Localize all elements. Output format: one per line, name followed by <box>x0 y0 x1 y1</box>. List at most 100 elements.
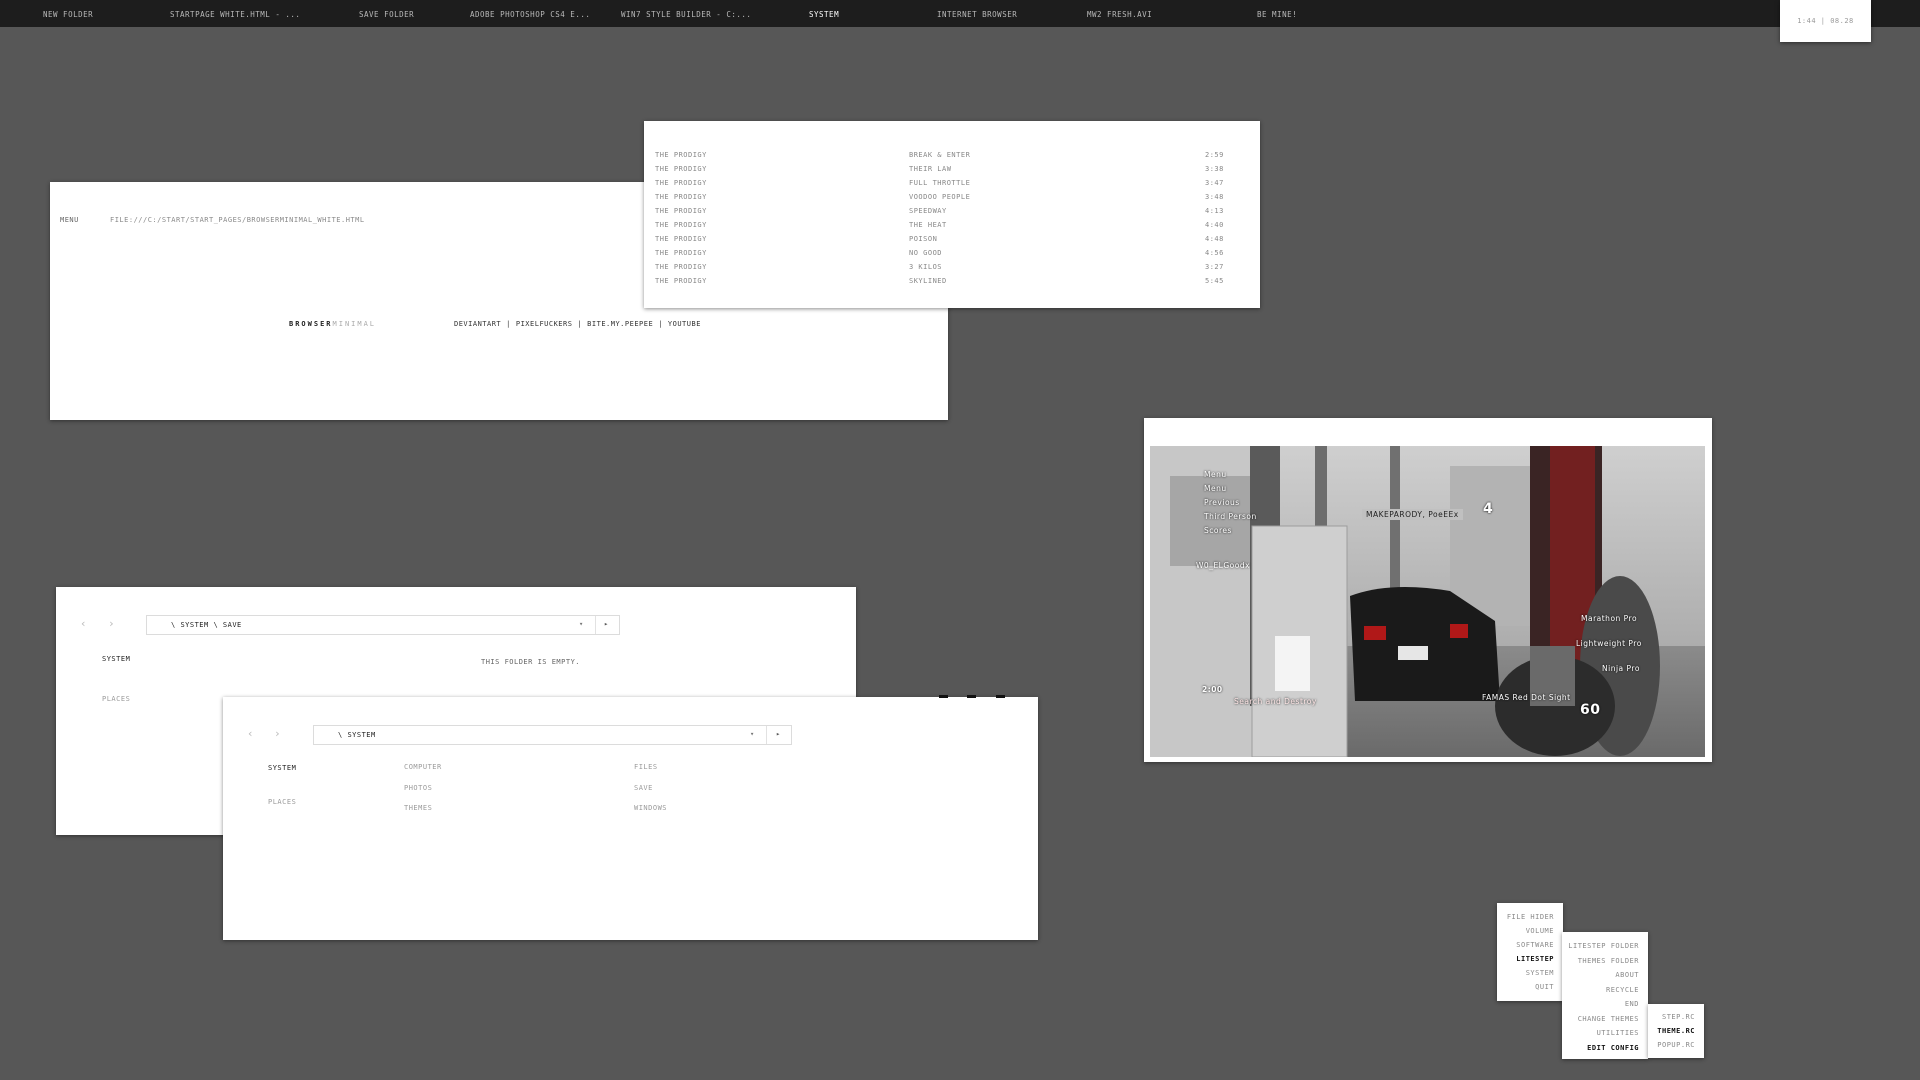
playlist-track-row[interactable]: The Prodigy No Good 4:56 <box>644 249 1260 263</box>
task-style-builder[interactable]: Win7 Style Builder - C:... <box>621 10 751 19</box>
address-bar[interactable]: \ SYSTEM ▾ ▸ <box>313 725 792 745</box>
link-youtube[interactable]: YOUTUBE <box>668 320 701 328</box>
explorer-window-system: ‹ › \ SYSTEM ▾ ▸ SYSTEM PLACES COMPUTER … <box>223 695 1038 940</box>
track-title: Poison <box>909 235 938 243</box>
link-separator: | <box>658 320 663 328</box>
playlist-track-row[interactable]: The Prodigy Poison 4:48 <box>644 235 1260 249</box>
breadcrumb: \ SYSTEM <box>338 731 376 739</box>
maximize-button[interactable] <box>967 695 976 698</box>
hud-menu-item-3: Previous <box>1204 498 1240 507</box>
playlist-track-row[interactable]: The Prodigy Voodoo People 3:48 <box>644 193 1260 207</box>
menu-item-litestep-folder[interactable]: LiteStep Folder <box>1568 942 1639 950</box>
close-button[interactable] <box>996 695 1005 698</box>
link-pixelfuckers[interactable]: PIXELFUCKERS <box>516 320 573 328</box>
minimize-button[interactable] <box>939 695 948 698</box>
forward-arrow-icon[interactable]: › <box>274 727 281 740</box>
hud-menu-item-1: Menu <box>1204 470 1227 479</box>
menu-item-theme-rc[interactable]: theme.rc <box>1657 1027 1695 1035</box>
menu-item-volume[interactable]: Volume <box>1526 927 1554 935</box>
task-be-mine[interactable]: Be Mine! <box>1257 10 1297 19</box>
playlist-track-row[interactable]: The Prodigy 3 Kilos 3:27 <box>644 263 1260 277</box>
go-arrow-icon[interactable]: ▸ <box>604 620 609 628</box>
divider <box>595 616 596 634</box>
track-artist: The Prodigy <box>655 207 707 215</box>
track-artist: The Prodigy <box>655 277 707 285</box>
forward-arrow-icon[interactable]: › <box>108 617 115 630</box>
dropdown-arrow-icon[interactable]: ▾ <box>750 730 755 738</box>
menu-item-system[interactable]: System <box>1526 969 1554 977</box>
popup-menu-config: step.rc theme.rc popup.rc <box>1648 1004 1704 1058</box>
menu-item-edit-config[interactable]: Edit Config <box>1587 1044 1639 1052</box>
playlist-track-row[interactable]: The Prodigy Break & Enter 2:59 <box>644 151 1260 165</box>
sidebar-item-system[interactable]: SYSTEM <box>102 655 130 663</box>
clock-widget: 1:44 | 08.28 <box>1780 0 1871 42</box>
playlist-track-row[interactable]: The Prodigy Their Law 3:38 <box>644 165 1260 179</box>
folder-computer[interactable]: COMPUTER <box>404 763 442 771</box>
menu-item-software[interactable]: Software <box>1516 941 1554 949</box>
link-bite-my-peepee[interactable]: BITE.MY.PEEPEE <box>587 320 653 328</box>
task-internet-browser[interactable]: Internet Browser <box>937 10 1017 19</box>
hud-menu-item-4: Third Person <box>1204 512 1257 521</box>
track-title: Skylined <box>909 277 947 285</box>
track-artist: The Prodigy <box>655 235 707 243</box>
path-separator: \ <box>171 621 176 629</box>
menu-item-change-themes[interactable]: Change Themes <box>1578 1015 1639 1023</box>
browser-menu-button[interactable]: MENU <box>60 216 79 224</box>
hud-perk-2: Lightweight Pro <box>1576 639 1642 648</box>
back-arrow-icon[interactable]: ‹ <box>80 617 87 630</box>
playlist-track-row[interactable]: The Prodigy Speedway 4:13 <box>644 207 1260 221</box>
folder-files[interactable]: FILES <box>634 763 658 771</box>
hud-scoreboard: MAKEPARODY, PoeEEx <box>1362 509 1463 520</box>
menu-item-about[interactable]: About <box>1615 971 1639 979</box>
track-duration: 3:48 <box>1205 193 1224 201</box>
link-deviantart[interactable]: DEVIANTART <box>454 320 501 328</box>
menu-item-file-hider[interactable]: File Hider <box>1507 913 1554 921</box>
track-duration: 4:13 <box>1205 207 1224 215</box>
clock-text: 1:44 | 08.28 <box>1797 17 1854 25</box>
address-bar[interactable]: FILE:///C:/START/START_PAGES/BROWSERMINI… <box>110 216 365 224</box>
breadcrumb-system[interactable]: SYSTEM <box>347 731 375 739</box>
menu-item-step-rc[interactable]: step.rc <box>1662 1013 1695 1021</box>
music-playlist-window: The Prodigy Break & Enter 2:59 The Prodigy T… <box>644 121 1260 308</box>
task-startpage[interactable]: startpage white.html - ... <box>170 10 300 19</box>
menu-item-recycle[interactable]: Recycle <box>1606 986 1639 994</box>
back-arrow-icon[interactable]: ‹ <box>247 727 254 740</box>
menu-item-litestep[interactable]: LiteStep <box>1516 955 1554 963</box>
menu-item-popup-rc[interactable]: popup.rc <box>1657 1041 1695 1049</box>
task-new-folder[interactable]: New Folder <box>43 10 93 19</box>
track-duration: 3:38 <box>1205 165 1224 173</box>
track-duration: 5:45 <box>1205 277 1224 285</box>
folder-photos[interactable]: PHOTOS <box>404 784 432 792</box>
video-frame[interactable]: Menu Menu Previous Third Person Scores M… <box>1150 446 1705 757</box>
track-title: 3 Kilos <box>909 263 943 271</box>
task-mw2-video[interactable]: MW2 FRESH.avi <box>1087 10 1152 19</box>
folder-themes[interactable]: THEMES <box>404 804 432 812</box>
track-title: Break & Enter <box>909 151 971 159</box>
folder-windows[interactable]: WINDOWS <box>634 804 667 812</box>
playlist-track-row[interactable]: The Prodigy Skylined 5:45 <box>644 277 1260 291</box>
folder-save[interactable]: SAVE <box>634 784 653 792</box>
menu-item-quit[interactable]: Quit <box>1535 983 1554 991</box>
breadcrumb-save[interactable]: SAVE <box>223 621 242 629</box>
taskbar: New Folder startpage white.html - ... Sa… <box>0 0 1920 27</box>
track-artist: The Prodigy <box>655 221 707 229</box>
address-bar[interactable]: \ SYSTEM \ SAVE ▾ ▸ <box>146 615 620 635</box>
menu-item-utilities[interactable]: Utilities <box>1597 1029 1639 1037</box>
playlist-track-row[interactable]: The Prodigy The Heat 4:40 <box>644 221 1260 235</box>
playlist-track-row[interactable]: The Prodigy Full Throttle 3:47 <box>644 179 1260 193</box>
divider <box>766 726 767 744</box>
task-system[interactable]: System <box>809 10 839 19</box>
menu-item-end[interactable]: End <box>1625 1000 1639 1008</box>
go-arrow-icon[interactable]: ▸ <box>776 730 781 738</box>
track-title: Voodoo People <box>909 193 971 201</box>
breadcrumb-system[interactable]: SYSTEM <box>180 621 208 629</box>
hud-ammo: 60 <box>1580 702 1601 718</box>
menu-item-themes-folder[interactable]: Themes Folder <box>1578 957 1639 965</box>
dropdown-arrow-icon[interactable]: ▾ <box>579 620 584 628</box>
hud-menu-item-2: Menu <box>1204 484 1227 493</box>
task-photoshop[interactable]: Adobe Photoshop CS4 E... <box>470 10 590 19</box>
breadcrumb: \ SYSTEM \ SAVE <box>171 621 242 629</box>
task-save-folder[interactable]: Save Folder <box>359 10 414 19</box>
track-title: Speedway <box>909 207 947 215</box>
sidebar-item-system[interactable]: SYSTEM <box>268 764 296 772</box>
